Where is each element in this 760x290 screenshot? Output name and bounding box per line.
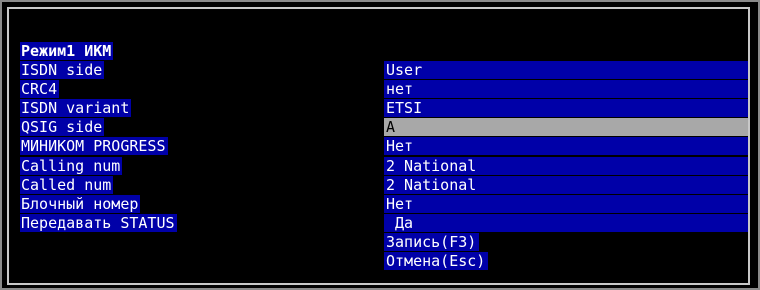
setting-label: МИНИКОМ PROGRESS — [20, 137, 168, 156]
setting-row-crc4[interactable]: CRC4 нет — [20, 80, 752, 99]
setting-value-send-status[interactable]: Да — [384, 213, 748, 232]
setting-row-qsig-side[interactable]: QSIG side A — [20, 118, 752, 137]
settings-form: Режим1 ИКМ ISDN side User CRC4 нет ISDN … — [20, 42, 752, 271]
setting-value-block-number[interactable]: Нет — [384, 194, 748, 213]
save-row: Запись(F3) — [20, 232, 752, 252]
setting-row-block-number[interactable]: Блочный номер Нет — [20, 194, 752, 214]
setting-row-send-status[interactable]: Передавать STATUS Да — [20, 213, 752, 233]
setting-value-isdn-variant[interactable]: ETSI — [384, 99, 748, 118]
setting-row-minikom-progress[interactable]: МИНИКОМ PROGRESS Нет — [20, 137, 752, 156]
setting-row-isdn-variant[interactable]: ISDN variant ETSI — [20, 99, 752, 118]
setting-value-qsig-side[interactable]: A — [384, 118, 748, 137]
save-button[interactable]: Запись(F3) — [384, 232, 480, 251]
setting-label: Calling num — [20, 156, 123, 175]
setting-row-isdn-side[interactable]: ISDN side User — [20, 61, 752, 80]
setting-label: Блочный номер — [20, 194, 141, 213]
setting-label: ISDN side — [20, 61, 105, 80]
setting-label: Передавать STATUS — [20, 213, 177, 232]
form-title: Режим1 ИКМ — [20, 42, 114, 60]
setting-label: Called num — [20, 175, 114, 194]
cancel-row: Отмена(Esc) — [20, 252, 752, 271]
setting-label: QSIG side — [20, 118, 105, 137]
setting-label: ISDN variant — [20, 99, 132, 118]
setting-label: CRC4 — [20, 80, 60, 99]
setting-value-calling-num[interactable]: 2 National — [384, 156, 748, 175]
title-row: Режим1 ИКМ — [20, 42, 752, 61]
setting-value-minikom-progress[interactable]: Нет — [384, 137, 748, 156]
setting-value-called-num[interactable]: 2 National — [384, 175, 748, 194]
setting-value-crc4[interactable]: нет — [384, 80, 748, 99]
setting-row-called-num[interactable]: Called num 2 National — [20, 175, 752, 195]
cancel-button[interactable]: Отмена(Esc) — [384, 252, 489, 271]
setting-value-isdn-side[interactable]: User — [384, 61, 748, 80]
setting-row-calling-num[interactable]: Calling num 2 National — [20, 156, 752, 176]
